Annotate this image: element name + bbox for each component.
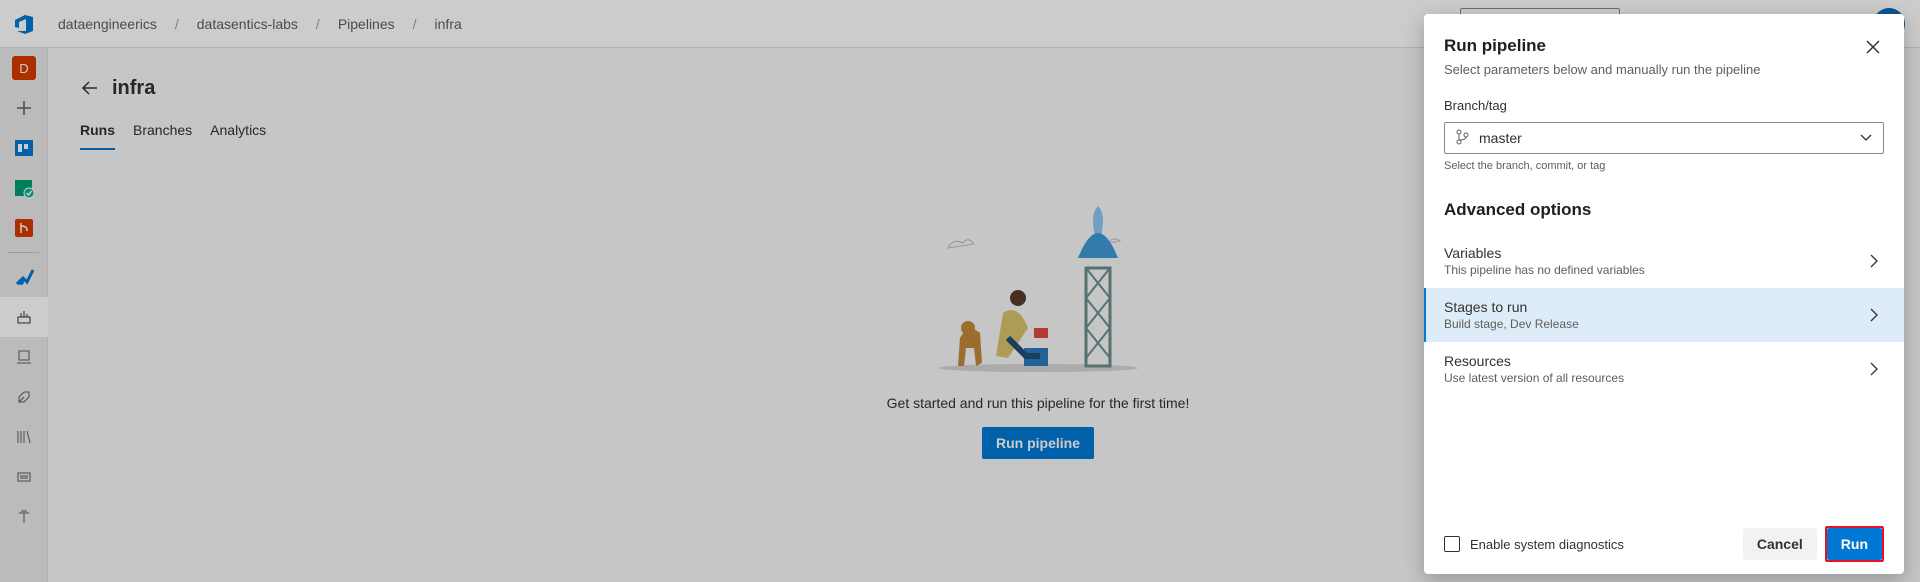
- run-button[interactable]: Run: [1826, 528, 1882, 560]
- diagnostics-label: Enable system diagnostics: [1470, 536, 1624, 552]
- advanced-options-heading: Advanced options: [1444, 200, 1592, 219]
- chevron-down-icon: [1859, 130, 1873, 147]
- option-description: Use latest version of all resources: [1444, 371, 1625, 385]
- close-icon[interactable]: [1862, 36, 1884, 58]
- branch-tag-label: Branch/tag: [1444, 98, 1507, 113]
- option-name: Stages to run: [1444, 299, 1528, 315]
- diagnostics-option[interactable]: Enable system diagnostics: [1444, 536, 1743, 552]
- chevron-right-icon: [1864, 359, 1884, 379]
- branch-icon: [1455, 129, 1469, 148]
- cancel-button[interactable]: Cancel: [1742, 528, 1817, 560]
- branch-tag-dropdown[interactable]: master: [1444, 122, 1884, 154]
- run-pipeline-panel: Run pipeline Select parameters below and…: [1424, 14, 1904, 574]
- panel-footer: Enable system diagnostics Cancel Run: [1444, 526, 1884, 562]
- option-name: Resources: [1444, 353, 1511, 369]
- option-stages-to-run[interactable]: Stages to run Build stage, Dev Release: [1424, 288, 1904, 342]
- chevron-right-icon: [1864, 251, 1884, 271]
- option-name: Variables: [1444, 245, 1502, 261]
- option-resources[interactable]: Resources Use latest version of all reso…: [1424, 342, 1904, 396]
- option-description: Build stage, Dev Release: [1444, 317, 1579, 331]
- option-description: This pipeline has no defined variables: [1444, 263, 1645, 277]
- diagnostics-checkbox[interactable]: [1444, 536, 1460, 552]
- branch-value: master: [1479, 130, 1522, 146]
- panel-subtitle: Select parameters below and manually run…: [1444, 62, 1761, 77]
- run-button-highlight: Run: [1824, 526, 1884, 562]
- branch-helper-text: Select the branch, commit, or tag: [1444, 160, 1606, 172]
- option-variables[interactable]: Variables This pipeline has no defined v…: [1424, 234, 1904, 288]
- chevron-right-icon: [1864, 305, 1884, 325]
- panel-title: Run pipeline: [1444, 36, 1546, 55]
